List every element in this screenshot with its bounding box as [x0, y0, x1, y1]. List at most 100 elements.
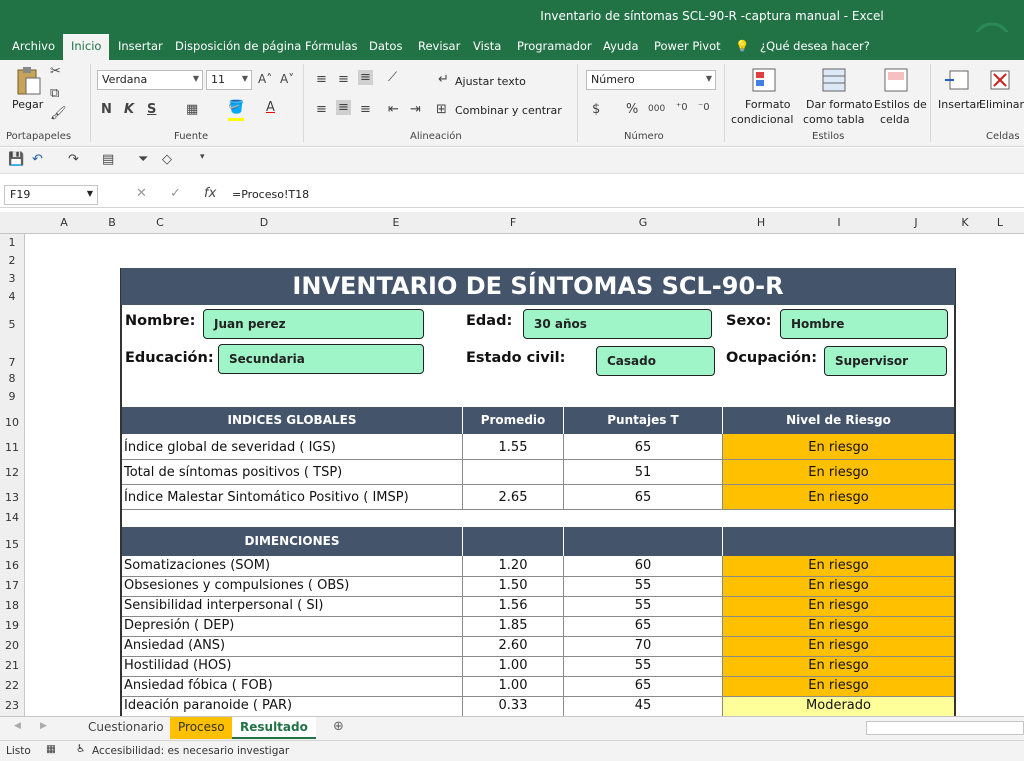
column-header[interactable]: L [976, 216, 1024, 229]
customize-qat-icon[interactable]: ▾ [200, 152, 205, 162]
tab-programador[interactable]: Programador [517, 39, 592, 53]
tab-revisar[interactable]: Revisar [418, 39, 460, 53]
row-header[interactable]: 12 [0, 459, 25, 484]
shrink-font-icon[interactable]: A˅ [280, 72, 294, 86]
cell-styles-icon[interactable] [884, 68, 910, 94]
row-header[interactable]: 22 [0, 676, 25, 696]
paste-button[interactable]: Pegar [12, 98, 43, 111]
conditional-format-icon[interactable] [752, 68, 778, 94]
table-format-icon[interactable] [822, 68, 848, 94]
name-box[interactable]: F19 ▼ [4, 185, 98, 205]
add-sheet-icon[interactable]: ⊕ [333, 719, 344, 734]
column-header[interactable]: C [122, 216, 198, 229]
underline-button[interactable]: S [147, 102, 156, 117]
font-name-select[interactable]: Verdana ▼ [97, 70, 203, 90]
tab-vista[interactable]: Vista [473, 39, 501, 53]
sheet-tab-resultado[interactable]: Resultado [232, 717, 316, 739]
align-left-icon[interactable]: ≡ [316, 102, 327, 117]
ocupacion-field[interactable]: Supervisor [824, 346, 947, 376]
column-header[interactable]: D [198, 216, 330, 229]
tab-power-pivot[interactable]: Power Pivot [654, 39, 721, 53]
column-header[interactable]: A [26, 216, 102, 229]
row-header[interactable]: 1 [0, 234, 25, 252]
fill-color-icon[interactable]: 🪣 [228, 100, 244, 115]
column-header[interactable]: I [800, 216, 878, 229]
cond-format-line1[interactable]: Formato [745, 98, 791, 111]
insert-cells-icon[interactable] [944, 68, 970, 94]
estado-civil-field[interactable]: Casado [596, 346, 715, 376]
save-icon[interactable]: 💾 [8, 152, 24, 167]
tell-me-box[interactable]: ¿Qué desea hacer? [760, 39, 870, 53]
edad-field[interactable]: 30 años [523, 309, 712, 339]
row-header[interactable]: 10 [0, 407, 25, 434]
row-header[interactable]: 11 [0, 434, 25, 459]
row-header[interactable]: 23 [0, 696, 25, 716]
tab-formulas[interactable]: Fórmulas [305, 39, 358, 53]
filter-icon[interactable]: ⏷ [138, 152, 148, 167]
scroll-right-icon[interactable]: ▶ [40, 721, 47, 731]
row-header[interactable]: 17 [0, 576, 25, 596]
align-bottom-icon[interactable]: ≡ [358, 70, 373, 85]
align-top-icon[interactable]: ≡ [316, 72, 327, 87]
align-center-icon[interactable]: ≡ [336, 100, 351, 115]
row-header[interactable]: 16 [0, 556, 25, 576]
formula-input[interactable]: =Proceso!T18 [232, 188, 309, 201]
accessibility-status[interactable]: Accesibilidad: es necesario investigar [92, 745, 289, 757]
row-header[interactable]: 20 [0, 636, 25, 656]
tab-disposicion[interactable]: Disposición de página [175, 39, 301, 53]
format-painter-icon[interactable]: 🖌 [50, 106, 67, 121]
cond-format-line2[interactable]: condicional [731, 113, 793, 126]
macro-record-icon[interactable]: ▦ [46, 743, 56, 755]
currency-button[interactable]: $ [592, 102, 600, 117]
undo-icon[interactable]: ↶ [32, 152, 43, 167]
column-header[interactable]: E [330, 216, 462, 229]
decrease-indent-icon[interactable]: ⇤ [388, 102, 399, 117]
increase-decimal-icon[interactable]: ⁺0 [676, 102, 688, 113]
row-header[interactable]: 3 [0, 269, 25, 288]
shapes-icon[interactable]: ◇ [162, 152, 172, 167]
grow-font-icon[interactable]: A˄ [258, 72, 272, 86]
cell-styles-line2[interactable]: celda [880, 113, 910, 126]
accessibility-icon[interactable]: ♿ [76, 743, 85, 755]
delete-cells-button[interactable]: Eliminar [979, 98, 1024, 111]
tab-insertar[interactable]: Insertar [118, 39, 163, 53]
enter-icon[interactable]: ✓ [170, 186, 181, 201]
row-header[interactable]: 4 [0, 288, 25, 306]
sheet-tab-proceso[interactable]: Proceso [170, 717, 233, 739]
column-header[interactable]: J [878, 216, 954, 229]
orientation-icon[interactable]: ⟋ [388, 70, 397, 85]
delete-cells-icon[interactable] [988, 68, 1014, 94]
cancel-icon[interactable]: ✕ [136, 186, 147, 201]
percent-button[interactable]: % [626, 102, 638, 117]
educacion-field[interactable]: Secundaria [218, 344, 424, 374]
column-header[interactable]: G [564, 216, 722, 229]
table-format-line1[interactable]: Dar formato [806, 98, 873, 111]
tab-inicio[interactable]: Inicio [63, 34, 110, 60]
sheet-tab-cuestionario[interactable]: Cuestionario [80, 717, 172, 739]
wrap-text-button[interactable]: Ajustar texto [455, 75, 526, 88]
tab-datos[interactable]: Datos [369, 39, 402, 53]
insert-function-button[interactable]: fx [204, 186, 216, 201]
bold-button[interactable]: N [101, 102, 112, 117]
italic-button[interactable]: K [124, 102, 134, 117]
row-header[interactable]: 15 [0, 526, 25, 556]
row-header[interactable]: 8 [0, 371, 25, 387]
borders-icon[interactable]: ▦ [186, 102, 198, 117]
redo-icon[interactable]: ↷ [68, 152, 79, 167]
nombre-field[interactable]: Juan perez [203, 309, 424, 339]
column-header[interactable]: B [102, 216, 122, 229]
row-header[interactable]: 7 [0, 343, 25, 371]
column-header[interactable]: K [954, 216, 976, 229]
row-header[interactable]: 5 [0, 306, 25, 342]
cut-icon[interactable]: ✂ [50, 64, 61, 79]
row-header[interactable]: 18 [0, 596, 25, 616]
row-header[interactable]: 14 [0, 509, 25, 526]
sexo-field[interactable]: Hombre [780, 309, 948, 339]
merge-center-button[interactable]: Combinar y centrar [455, 104, 562, 117]
thousands-button[interactable]: 000 [648, 104, 665, 114]
align-middle-icon[interactable]: ≡ [338, 72, 349, 87]
paste-icon[interactable] [14, 66, 42, 96]
row-header[interactable]: 19 [0, 616, 25, 636]
font-size-select[interactable]: 11 ▼ [206, 70, 252, 90]
row-header[interactable]: 13 [0, 484, 25, 509]
